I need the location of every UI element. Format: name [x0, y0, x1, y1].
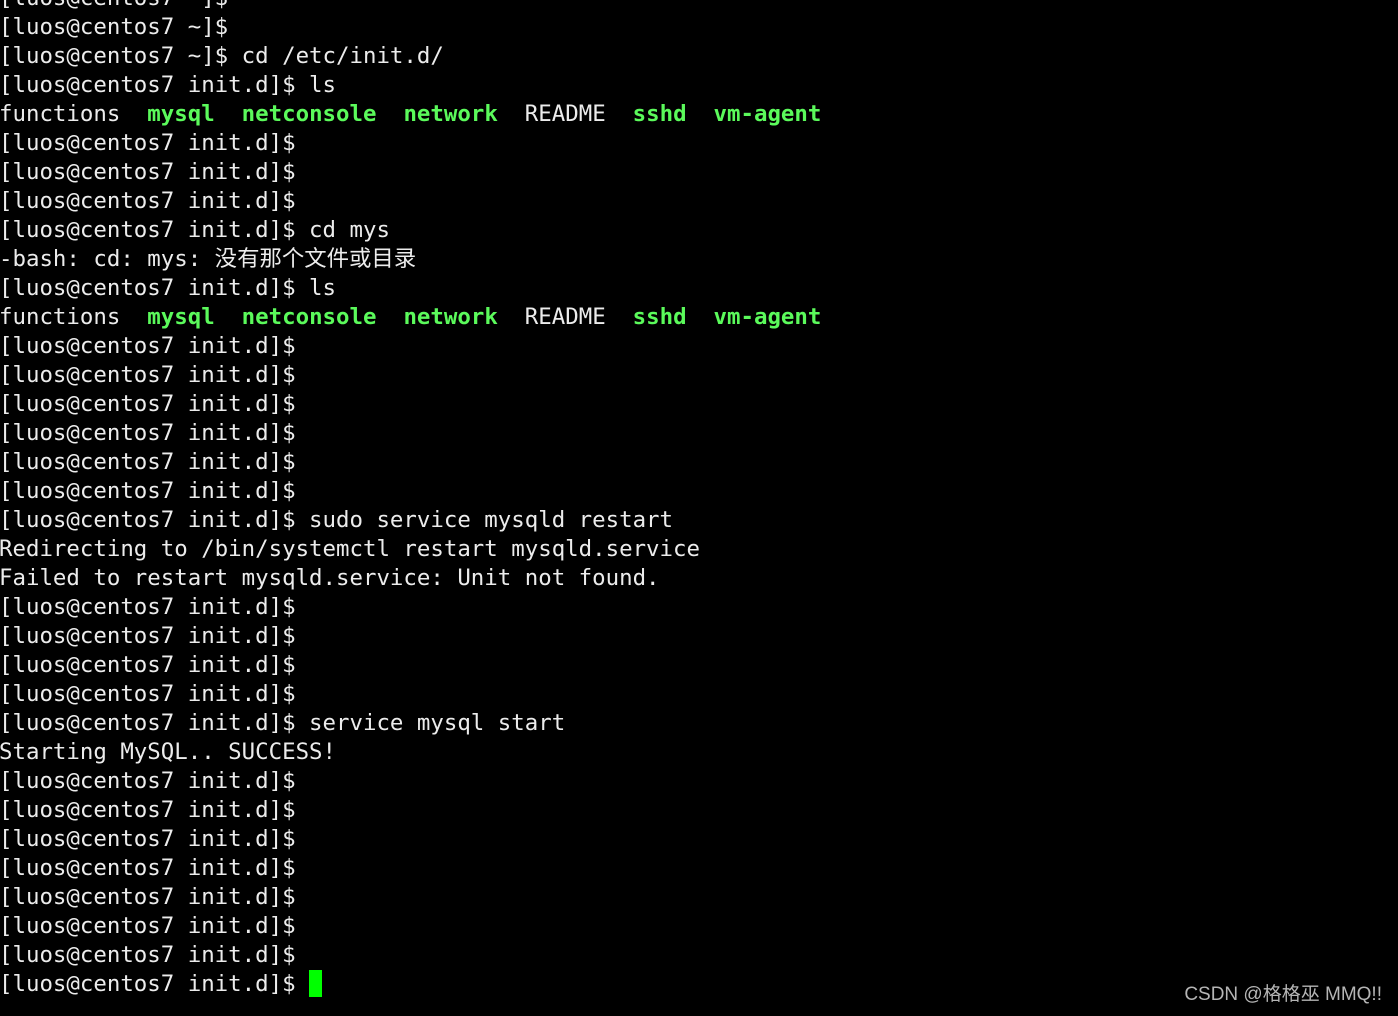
- terminal-text: [luos@centos7 init.d]$ sudo service mysq…: [0, 507, 674, 533]
- terminal-text: [luos@centos7 init.d]$: [0, 362, 296, 388]
- terminal-text: [luos@centos7 init.d]$: [0, 913, 296, 939]
- terminal-text: functions: [0, 304, 148, 330]
- terminal-line: [luos@centos7 init.d]$: [0, 158, 821, 187]
- terminal-line: [luos@centos7 init.d]$: [0, 941, 821, 970]
- terminal-line: [luos@centos7 init.d]$: [0, 390, 821, 419]
- terminal-text: Starting MySQL.. SUCCESS!: [0, 739, 337, 765]
- terminal-text: [luos@centos7 init.d]$: [0, 681, 296, 707]
- terminal-line: [luos@centos7 init.d]$: [0, 854, 821, 883]
- terminal-text: [luos@centos7 init.d]$: [0, 188, 296, 214]
- terminal-line: [luos@centos7 init.d]$ sudo service mysq…: [0, 506, 821, 535]
- text-cursor: [309, 970, 323, 997]
- terminal-line: [luos@centos7 init.d]$: [0, 129, 821, 158]
- terminal-text: [luos@centos7 init.d]$: [0, 884, 296, 910]
- terminal-text: [luos@centos7 init.d]$: [0, 942, 296, 968]
- terminal-text: [luos@centos7 init.d]$: [0, 855, 296, 881]
- executable-file-name: sshd: [632, 304, 687, 330]
- terminal-line: [luos@centos7 init.d]$ ls: [0, 274, 821, 303]
- terminal-line: Redirecting to /bin/systemctl restart my…: [0, 535, 821, 564]
- terminal-text: functions: [0, 101, 148, 127]
- terminal-line: [luos@centos7 init.d]$: [0, 332, 821, 361]
- terminal-text: Redirecting to /bin/systemctl restart my…: [0, 536, 700, 562]
- terminal-text: README: [497, 101, 633, 127]
- watermark: CSDN @格格巫 MMQ!!: [1184, 984, 1382, 1005]
- terminal-line: [luos@centos7 init.d]$: [0, 651, 821, 680]
- terminal-text: [luos@centos7 init.d]$: [0, 971, 310, 997]
- terminal-text: [luos@centos7 init.d]$: [0, 449, 296, 475]
- terminal-text: [luos@centos7 init.d]$: [0, 159, 296, 185]
- executable-file-name: netconsole: [241, 101, 377, 127]
- executable-file-name: mysql: [147, 304, 215, 330]
- terminal-text: [luos@centos7 init.d]$ service mysql sta…: [0, 710, 566, 736]
- terminal-text: [luos@centos7 init.d]$ ls: [0, 275, 337, 301]
- terminal-line: [luos@centos7 ~]$ cd /etc/init.d/: [0, 42, 821, 71]
- terminal-text: [luos@centos7 init.d]$: [0, 333, 296, 359]
- terminal-text: [luos@centos7 init.d]$ cd mys: [0, 217, 390, 243]
- terminal-line: [luos@centos7 init.d]$ service mysql sta…: [0, 709, 821, 738]
- terminal-line: -bash: cd: mys: 没有那个文件或目录: [0, 245, 821, 274]
- terminal-line: [luos@centos7 init.d]$: [0, 477, 821, 506]
- terminal-output[interactable]: [luos@centos7 ~]$ [luos@centos7 ~]$ [luos@…: [0, 0, 821, 999]
- terminal-line: [luos@centos7 init.d]$: [0, 187, 821, 216]
- executable-file-name: vm-agent: [713, 304, 822, 330]
- terminal-line: [luos@centos7 ~]$: [0, 0, 821, 13]
- terminal-text: [luos@centos7 ~]$: [0, 0, 228, 11]
- terminal-text: [luos@centos7 init.d]$: [0, 623, 296, 649]
- terminal-text: [luos@centos7 init.d]$: [0, 391, 296, 417]
- terminal-line: Starting MySQL.. SUCCESS!: [0, 738, 821, 767]
- executable-file-name: sshd: [632, 101, 687, 127]
- terminal-text: [luos@centos7 init.d]$ ls: [0, 72, 337, 98]
- terminal-line: [luos@centos7 init.d]$: [0, 883, 821, 912]
- terminal-line: [luos@centos7 init.d]$: [0, 680, 821, 709]
- terminal-line: [luos@centos7 init.d]$: [0, 419, 821, 448]
- terminal-text: [luos@centos7 init.d]$: [0, 478, 296, 504]
- terminal-text: [luos@centos7 init.d]$: [0, 130, 296, 156]
- terminal-line: [luos@centos7 init.d]$: [0, 970, 821, 999]
- terminal-line: [luos@centos7 init.d]$ cd mys: [0, 216, 821, 245]
- terminal-line: [luos@centos7 init.d]$: [0, 767, 821, 796]
- executable-file-name: network: [403, 304, 498, 330]
- terminal-line: [luos@centos7 init.d]$: [0, 361, 821, 390]
- executable-file-name: vm-agent: [713, 101, 822, 127]
- terminal-text: README: [497, 304, 633, 330]
- terminal-text: -bash: cd: mys: 没有那个文件或目录: [0, 246, 417, 272]
- terminal-line: [luos@centos7 init.d]$: [0, 448, 821, 477]
- terminal-line: functions mysql netconsole network READM…: [0, 303, 821, 332]
- terminal-text: [luos@centos7 init.d]$: [0, 797, 296, 823]
- terminal-text: Failed to restart mysqld.service: Unit n…: [0, 565, 660, 591]
- terminal-line: [luos@centos7 init.d]$: [0, 912, 821, 941]
- terminal-line: [luos@centos7 init.d]$: [0, 622, 821, 651]
- terminal-line: [luos@centos7 init.d]$: [0, 593, 821, 622]
- terminal-line: [luos@centos7 init.d]$: [0, 825, 821, 854]
- terminal-text: [luos@centos7 init.d]$: [0, 768, 296, 794]
- terminal-line: [luos@centos7 init.d]$: [0, 796, 821, 825]
- terminal-line: [luos@centos7 ~]$: [0, 13, 821, 42]
- terminal-text: [luos@centos7 init.d]$: [0, 420, 296, 446]
- terminal-text: [luos@centos7 ~]$ cd /etc/init.d/: [0, 43, 444, 69]
- terminal-text: [luos@centos7 init.d]$: [0, 652, 296, 678]
- terminal-text: [luos@centos7 init.d]$: [0, 826, 296, 852]
- executable-file-name: netconsole: [241, 304, 377, 330]
- terminal-text: [luos@centos7 init.d]$: [0, 594, 296, 620]
- terminal-text: [luos@centos7 ~]$: [0, 14, 229, 40]
- terminal-line: Failed to restart mysqld.service: Unit n…: [0, 564, 821, 593]
- executable-file-name: network: [403, 101, 498, 127]
- executable-file-name: mysql: [147, 101, 215, 127]
- terminal-line: [luos@centos7 init.d]$ ls: [0, 71, 821, 100]
- terminal-line: functions mysql netconsole network READM…: [0, 100, 821, 129]
